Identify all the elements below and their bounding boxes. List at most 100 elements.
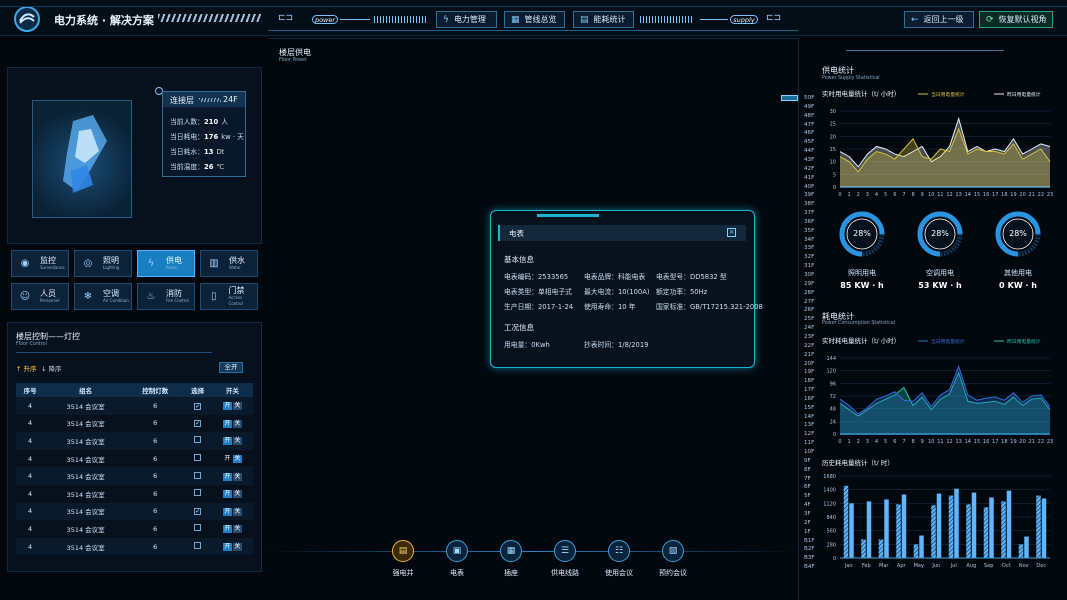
- floor-label[interactable]: 5F: [804, 493, 811, 499]
- floor-label[interactable]: 35F: [804, 228, 814, 234]
- floor-label[interactable]: 3F: [804, 511, 811, 517]
- row-checkbox[interactable]: [194, 489, 202, 497]
- floor-label[interactable]: 22F: [804, 343, 814, 349]
- light-toggle[interactable]: 开关: [222, 419, 242, 428]
- floor-label[interactable]: 34F: [804, 237, 814, 243]
- building-image[interactable]: [32, 100, 132, 218]
- bottom-nav-item[interactable]: ▤ 强电井: [383, 540, 423, 578]
- switch-on[interactable]: 开: [222, 507, 232, 516]
- floor-label[interactable]: 33F: [804, 245, 814, 251]
- switch-on[interactable]: 开: [222, 490, 232, 499]
- switch-off[interactable]: 关: [232, 437, 242, 446]
- floor-label[interactable]: 8F: [804, 467, 811, 473]
- close-icon[interactable]: ×: [727, 228, 736, 237]
- floor-label[interactable]: 1F: [804, 529, 811, 535]
- floor-label[interactable]: 42F: [804, 166, 814, 172]
- back-button[interactable]: ← 返回上一级: [904, 11, 974, 28]
- switch-on[interactable]: 开: [222, 472, 232, 481]
- nav-pipeline-overview[interactable]: ▦ 管线总览: [504, 11, 565, 28]
- floor-label[interactable]: B4F: [804, 564, 815, 570]
- switch-on[interactable]: 开: [222, 402, 232, 411]
- floor-label[interactable]: 14F: [804, 414, 814, 420]
- floor-label[interactable]: 18F: [804, 378, 814, 384]
- floor-label[interactable]: 41F: [804, 175, 814, 181]
- bottom-nav-item[interactable]: ▧ 预约会议: [653, 540, 693, 578]
- switch-on[interactable]: 开: [222, 437, 232, 446]
- floor-label[interactable]: 44F: [804, 148, 814, 154]
- floor-label[interactable]: 20F: [804, 361, 814, 367]
- floor-label[interactable]: 2F: [804, 520, 811, 526]
- light-toggle[interactable]: 开关: [222, 490, 242, 499]
- floor-label[interactable]: 15F: [804, 405, 814, 411]
- light-toggle[interactable]: 开关: [223, 455, 242, 464]
- light-toggle[interactable]: 开关: [222, 525, 242, 534]
- light-toggle[interactable]: 开关: [222, 472, 242, 481]
- switch-on[interactable]: 开: [223, 455, 232, 463]
- floor-label[interactable]: 30F: [804, 272, 814, 278]
- switch-off[interactable]: 关: [232, 472, 242, 481]
- row-checkbox[interactable]: [194, 542, 202, 550]
- row-checkbox[interactable]: [194, 524, 202, 532]
- switch-off[interactable]: 关: [232, 402, 242, 411]
- floor-label[interactable]: 43F: [804, 157, 814, 163]
- floor-label[interactable]: 39F: [804, 192, 814, 198]
- floor-label[interactable]: 49F: [804, 104, 814, 110]
- floor-label[interactable]: 29F: [804, 281, 814, 287]
- floor-label[interactable]: 31F: [804, 263, 814, 269]
- nav-power-management[interactable]: ϟ 电力管理: [436, 11, 497, 28]
- system-water-button[interactable]: ▥ 供水 Water: [200, 250, 258, 277]
- floor-label[interactable]: 4F: [804, 502, 811, 508]
- light-toggle[interactable]: 开关: [222, 543, 242, 552]
- floor-label[interactable]: 16F: [804, 396, 814, 402]
- floor-label[interactable]: 17F: [804, 387, 814, 393]
- floor-label[interactable]: 38F: [804, 201, 814, 207]
- floor-label[interactable]: 24F: [804, 325, 814, 331]
- floor-label[interactable]: 9F: [804, 458, 811, 464]
- floor-label[interactable]: 25F: [804, 316, 814, 322]
- floor-label[interactable]: 46F: [804, 130, 814, 136]
- system-power-button[interactable]: ϟ 供电 Power: [137, 250, 195, 277]
- row-checkbox[interactable]: ✓: [194, 420, 202, 428]
- system-fire-control-button[interactable]: ♨ 消防 Fire Control: [137, 283, 195, 310]
- sort-asc-button[interactable]: ↑ 升序: [16, 363, 37, 373]
- floor-label[interactable]: 47F: [804, 122, 814, 128]
- floor-label[interactable]: 7F: [804, 476, 811, 482]
- floor-label[interactable]: 10F: [804, 449, 814, 455]
- floor-label[interactable]: 37F: [804, 210, 814, 216]
- bottom-nav-item[interactable]: ☰ 供电线路: [545, 540, 585, 578]
- floor-label[interactable]: B3F: [804, 555, 815, 561]
- row-checkbox[interactable]: ✓: [194, 402, 202, 410]
- switch-off[interactable]: 关: [232, 543, 242, 552]
- bottom-nav-item[interactable]: ▦ 插座: [491, 540, 531, 578]
- floor-label[interactable]: 13F: [804, 422, 814, 428]
- floor-label[interactable]: 45F: [804, 139, 814, 145]
- floor-label[interactable]: 6F: [804, 484, 811, 490]
- floor-label[interactable]: 40F: [804, 184, 814, 190]
- switch-on[interactable]: 开: [222, 419, 232, 428]
- light-toggle[interactable]: 开关: [222, 402, 242, 411]
- nav-energy-stats[interactable]: ▤ 能耗统计: [573, 11, 634, 28]
- system-air-condition-button[interactable]: ❄ 空调 Air Condition: [74, 283, 132, 310]
- floor-label[interactable]: 27F: [804, 299, 814, 305]
- all-on-button[interactable]: 全开: [219, 362, 243, 373]
- system-personnel-button[interactable]: ☺ 人员 Personnel: [11, 283, 69, 310]
- switch-off[interactable]: 关: [232, 419, 242, 428]
- row-checkbox[interactable]: [194, 454, 202, 462]
- light-toggle[interactable]: 开关: [222, 437, 242, 446]
- system-access-control-button[interactable]: ▯ 门禁 Access Control: [200, 283, 258, 310]
- switch-on[interactable]: 开: [222, 543, 232, 552]
- floor-label[interactable]: 26F: [804, 307, 814, 313]
- switch-off[interactable]: 关: [232, 507, 242, 516]
- floor-label[interactable]: 50F: [804, 95, 814, 101]
- row-checkbox[interactable]: ✓: [194, 508, 202, 516]
- floor-label[interactable]: 21F: [804, 352, 814, 358]
- switch-off[interactable]: 关: [232, 455, 242, 464]
- reset-view-button[interactable]: ⟳ 恢复默认视角: [979, 11, 1053, 28]
- row-checkbox[interactable]: [194, 471, 202, 479]
- switch-off[interactable]: 关: [232, 490, 242, 499]
- bottom-nav-item[interactable]: ▣ 电表: [437, 540, 477, 578]
- switch-off[interactable]: 关: [232, 525, 242, 534]
- row-checkbox[interactable]: [194, 436, 202, 444]
- system-surveillance-button[interactable]: ◉ 监控 Surveillance: [11, 250, 69, 277]
- system-lighting-button[interactable]: ◎ 照明 Lighting: [74, 250, 132, 277]
